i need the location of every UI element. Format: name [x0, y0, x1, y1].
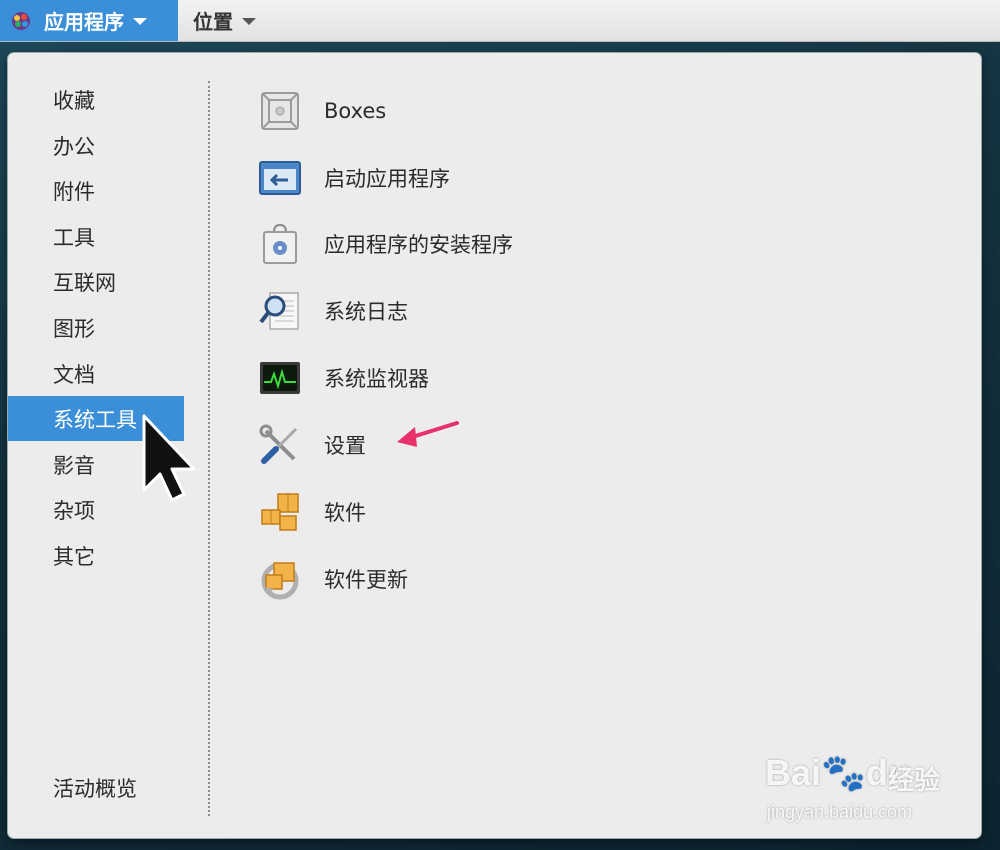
chevron-down-icon — [242, 18, 256, 25]
activities-overview-link[interactable]: 活动概览 — [53, 773, 137, 803]
chevron-down-icon — [133, 18, 147, 25]
category-label: 其它 — [53, 544, 95, 569]
category-item-utilities[interactable]: 工具 — [8, 214, 184, 259]
app-item-settings[interactable]: 设置 — [258, 415, 366, 475]
category-item-graphics[interactable]: 图形 — [8, 305, 184, 350]
category-label: 附件 — [53, 179, 95, 204]
software-packages-icon — [261, 493, 299, 531]
category-label: 影音 — [53, 453, 95, 478]
category-label: 工具 — [53, 225, 95, 250]
applications-menu-label: 应用程序 — [44, 10, 124, 34]
category-item-favorites[interactable]: 收藏 — [8, 77, 184, 122]
category-item-documents[interactable]: 文档 — [8, 351, 184, 396]
app-item-software[interactable]: 软件 — [258, 482, 366, 542]
app-label: 系统日志 — [324, 300, 408, 324]
category-label: 办公 — [53, 134, 95, 159]
software-installer-icon — [263, 223, 297, 264]
divider — [208, 81, 210, 816]
app-item-software-update[interactable]: 软件更新 — [258, 549, 408, 609]
system-log-icon — [259, 292, 299, 330]
category-label: 图形 — [53, 316, 95, 341]
watermark-url: jingyan.baidu.com — [767, 802, 913, 822]
category-item-internet[interactable]: 互联网 — [8, 259, 184, 304]
app-label: Boxes — [324, 99, 387, 123]
category-label: 互联网 — [53, 270, 116, 295]
top-bar: 应用程序 位置 — [0, 0, 1000, 42]
category-label: 系统工具 — [53, 407, 137, 432]
category-item-office[interactable]: 办公 — [8, 123, 184, 168]
boxes-icon — [261, 92, 299, 130]
app-item-software-installer[interactable]: 应用程序的安装程序 — [258, 214, 513, 274]
app-item-boxes[interactable]: Boxes — [258, 81, 386, 141]
app-label: 应用程序的安装程序 — [324, 233, 513, 257]
places-menu-label: 位置 — [193, 10, 233, 34]
software-update-icon — [261, 562, 299, 600]
app-item-system-log[interactable]: 系统日志 — [258, 281, 408, 341]
category-label: 收藏 — [53, 88, 95, 113]
gnome-foot-icon — [12, 11, 30, 30]
startup-apps-icon — [259, 161, 301, 195]
settings-tools-icon — [259, 424, 298, 464]
system-monitor-icon — [260, 362, 300, 394]
paw-icon: 🐾 — [821, 752, 866, 793]
watermark-brand-text: Bai — [765, 752, 822, 793]
applications-menu-button[interactable]: 应用程序 — [0, 0, 178, 41]
watermark-brand-cn: 经验 — [888, 766, 941, 796]
app-label: 软件 — [324, 501, 366, 525]
annotation-arrow-icon — [397, 421, 459, 447]
app-label: 启动应用程序 — [324, 167, 450, 191]
category-item-other[interactable]: 其它 — [8, 533, 184, 578]
category-label: 杂项 — [53, 498, 95, 523]
app-label: 设置 — [324, 434, 366, 458]
category-label: 文档 — [53, 362, 95, 387]
places-menu-button[interactable]: 位置 — [193, 0, 256, 41]
app-label: 系统监视器 — [324, 367, 429, 391]
app-label: 软件更新 — [324, 568, 408, 592]
mouse-cursor-icon — [142, 414, 196, 502]
baidu-watermark: Bai🐾du 经验 jingyan.baidu.com — [765, 742, 955, 832]
app-item-startup-applications[interactable]: 启动应用程序 — [258, 148, 450, 208]
category-item-accessories[interactable]: 附件 — [8, 168, 184, 213]
app-item-system-monitor[interactable]: 系统监视器 — [258, 348, 429, 408]
